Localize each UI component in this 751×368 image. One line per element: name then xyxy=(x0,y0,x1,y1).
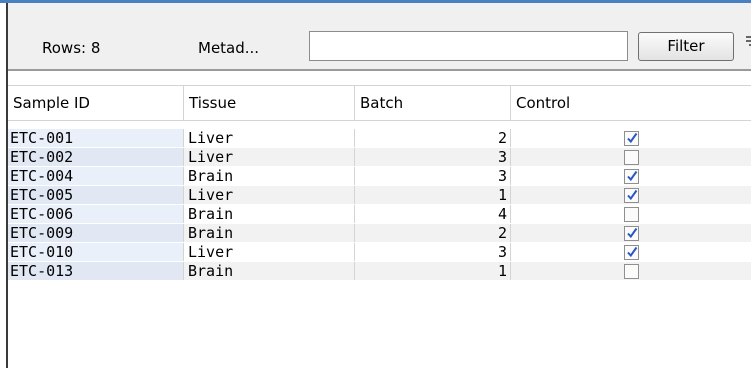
cell-sample-id[interactable]: ETC-013 xyxy=(8,262,183,280)
column-header-sample-id[interactable]: Sample ID xyxy=(8,86,183,120)
table-row[interactable]: ETC-001 Liver 2 xyxy=(8,129,751,147)
cell-sample-id[interactable]: ETC-002 xyxy=(8,148,183,166)
control-checkbox-checked[interactable] xyxy=(624,226,639,241)
table-row[interactable]: ETC-006 Brain 4 xyxy=(8,205,751,223)
cell-tissue[interactable]: Liver xyxy=(184,243,354,261)
cell-tissue[interactable]: Liver xyxy=(184,129,354,147)
cell-batch[interactable]: 1 xyxy=(355,262,510,280)
cell-batch[interactable]: 3 xyxy=(355,243,510,261)
cell-batch[interactable]: 3 xyxy=(355,148,510,166)
control-checkbox-checked[interactable] xyxy=(624,169,639,184)
filter-input[interactable] xyxy=(309,31,628,61)
cell-control xyxy=(511,186,751,204)
cell-batch[interactable]: 2 xyxy=(355,129,510,147)
filter-button[interactable]: Filter xyxy=(638,32,734,61)
cell-control xyxy=(511,148,751,166)
control-checkbox[interactable] xyxy=(624,264,639,279)
table-row[interactable]: ETC-005 Liver 1 xyxy=(8,186,751,204)
cell-control xyxy=(511,224,751,242)
control-checkbox-checked[interactable] xyxy=(624,131,639,146)
checkmark-icon xyxy=(627,227,638,239)
cell-sample-id[interactable]: ETC-005 xyxy=(8,186,183,204)
table-row[interactable]: ETC-004 Brain 3 xyxy=(8,167,751,185)
window: Rows: 8 Metad... Filter Sample ID Tissue… xyxy=(0,0,751,368)
cell-tissue[interactable]: Liver xyxy=(184,148,354,166)
control-checkbox[interactable] xyxy=(624,207,639,222)
filter-lines-icon[interactable] xyxy=(746,35,751,49)
control-checkbox[interactable] xyxy=(624,150,639,165)
control-checkbox-checked[interactable] xyxy=(624,188,639,203)
cell-batch[interactable]: 1 xyxy=(355,186,510,204)
cell-control xyxy=(511,167,751,185)
cell-batch[interactable]: 3 xyxy=(355,167,510,185)
cell-sample-id[interactable]: ETC-006 xyxy=(8,205,183,223)
cell-tissue[interactable]: Liver xyxy=(184,186,354,204)
checkmark-icon xyxy=(627,246,638,258)
cell-tissue[interactable]: Brain xyxy=(184,205,354,223)
checkmark-icon xyxy=(627,189,638,201)
table-row[interactable]: ETC-013 Brain 1 xyxy=(8,262,751,280)
cell-tissue[interactable]: Brain xyxy=(184,167,354,185)
cell-sample-id[interactable]: ETC-009 xyxy=(8,224,183,242)
metadata-label: Metad... xyxy=(198,39,260,57)
cell-control xyxy=(511,205,751,223)
checkmark-icon xyxy=(627,132,638,144)
control-checkbox-checked[interactable] xyxy=(624,245,639,260)
column-header-tissue[interactable]: Tissue xyxy=(184,86,354,120)
table-header: Sample ID Tissue Batch Control xyxy=(8,85,751,121)
table-row[interactable]: ETC-010 Liver 3 xyxy=(8,243,751,261)
column-header-control[interactable]: Control xyxy=(511,86,751,120)
cell-tissue[interactable]: Brain xyxy=(184,224,354,242)
cell-tissue[interactable]: Brain xyxy=(184,262,354,280)
data-table: Sample ID Tissue Batch Control ETC-001 Li… xyxy=(8,71,751,368)
cell-control xyxy=(511,243,751,261)
row-count-label: Rows: 8 xyxy=(42,39,101,57)
table-row[interactable]: ETC-009 Brain 2 xyxy=(8,224,751,242)
cell-control xyxy=(511,262,751,280)
cell-sample-id[interactable]: ETC-001 xyxy=(8,129,183,147)
toolbar: Rows: 8 Metad... Filter xyxy=(8,3,751,69)
cell-sample-id[interactable]: ETC-010 xyxy=(8,243,183,261)
cell-sample-id[interactable]: ETC-004 xyxy=(8,167,183,185)
cell-batch[interactable]: 4 xyxy=(355,205,510,223)
cell-batch[interactable]: 2 xyxy=(355,224,510,242)
cell-control xyxy=(511,129,751,147)
table-row[interactable]: ETC-002 Liver 3 xyxy=(8,148,751,166)
column-header-batch[interactable]: Batch xyxy=(355,86,510,120)
checkmark-icon xyxy=(627,170,638,182)
